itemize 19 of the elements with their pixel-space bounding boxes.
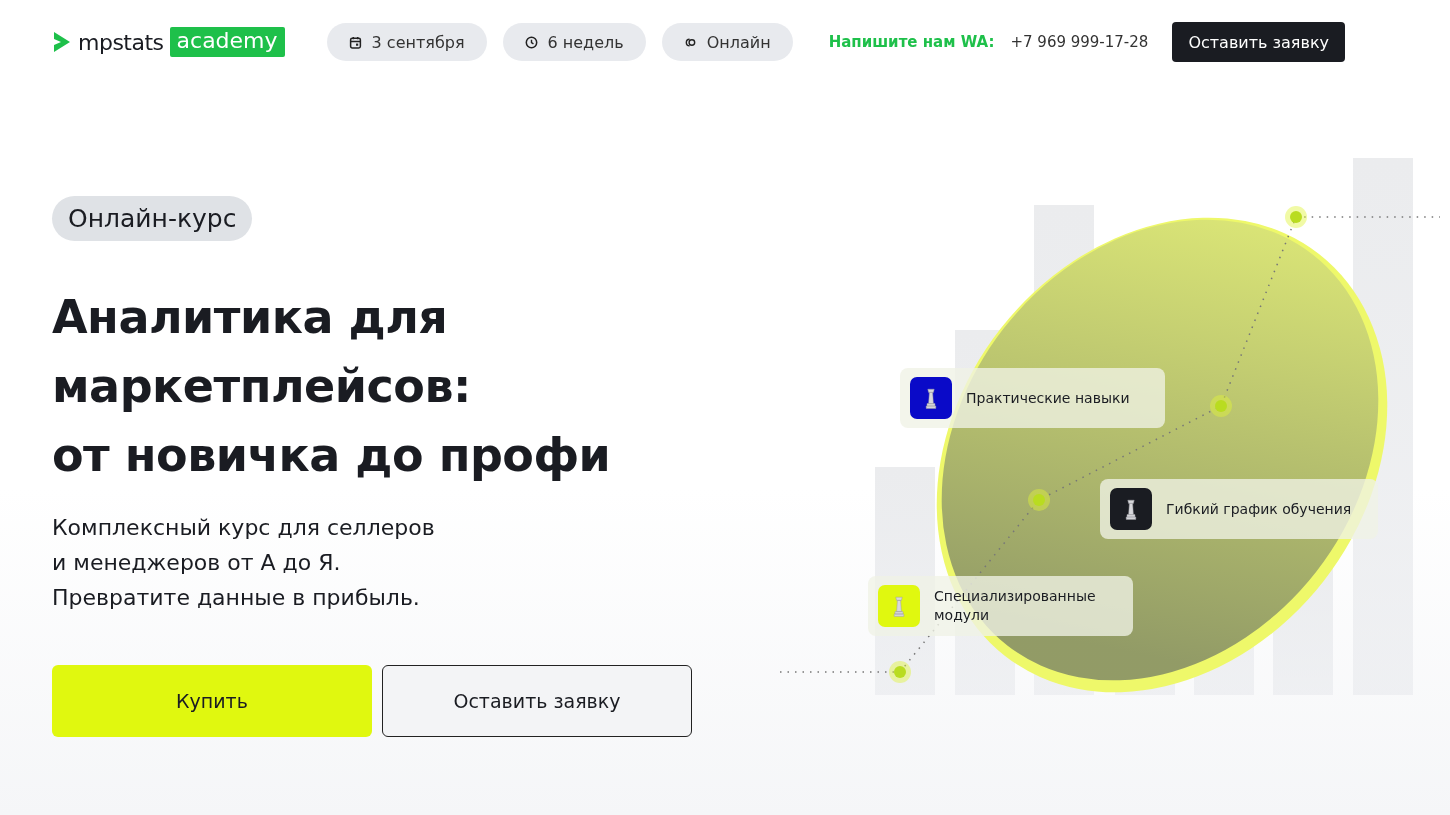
request-button[interactable]: Оставить заявку	[1172, 22, 1346, 62]
phone-link[interactable]: +7 969 999-17-28	[1010, 33, 1149, 51]
course-tag: Онлайн-курс	[52, 196, 253, 241]
logo-icon	[52, 30, 72, 54]
hero-subtitle: Комплексный курс для селлеров и менеджеров от А до Я. Превратите данные в прибыль.	[52, 514, 435, 612]
info-pill: 3 сентября	[326, 23, 487, 61]
clock-icon	[524, 35, 538, 49]
contact-label: Напишите нам WA:	[828, 33, 995, 51]
info-pill: Онлайн	[661, 23, 793, 61]
calendar-icon	[348, 35, 362, 49]
hero-title: Аналитика для маркетплейсов: от новичка до профи	[52, 289, 611, 484]
request-button[interactable]: Оставить заявку	[382, 665, 692, 737]
logo-badge: academy	[169, 27, 285, 57]
feature-label: Гибкий график обучения	[1166, 499, 1352, 519]
info-pill: 6 недель	[502, 23, 646, 61]
feature-label: Специализированные модули	[934, 587, 1097, 625]
feature-label: Практические навыки	[966, 388, 1130, 408]
logo-text: mpstats	[78, 29, 164, 55]
buy-button[interactable]: Купить	[52, 665, 372, 737]
